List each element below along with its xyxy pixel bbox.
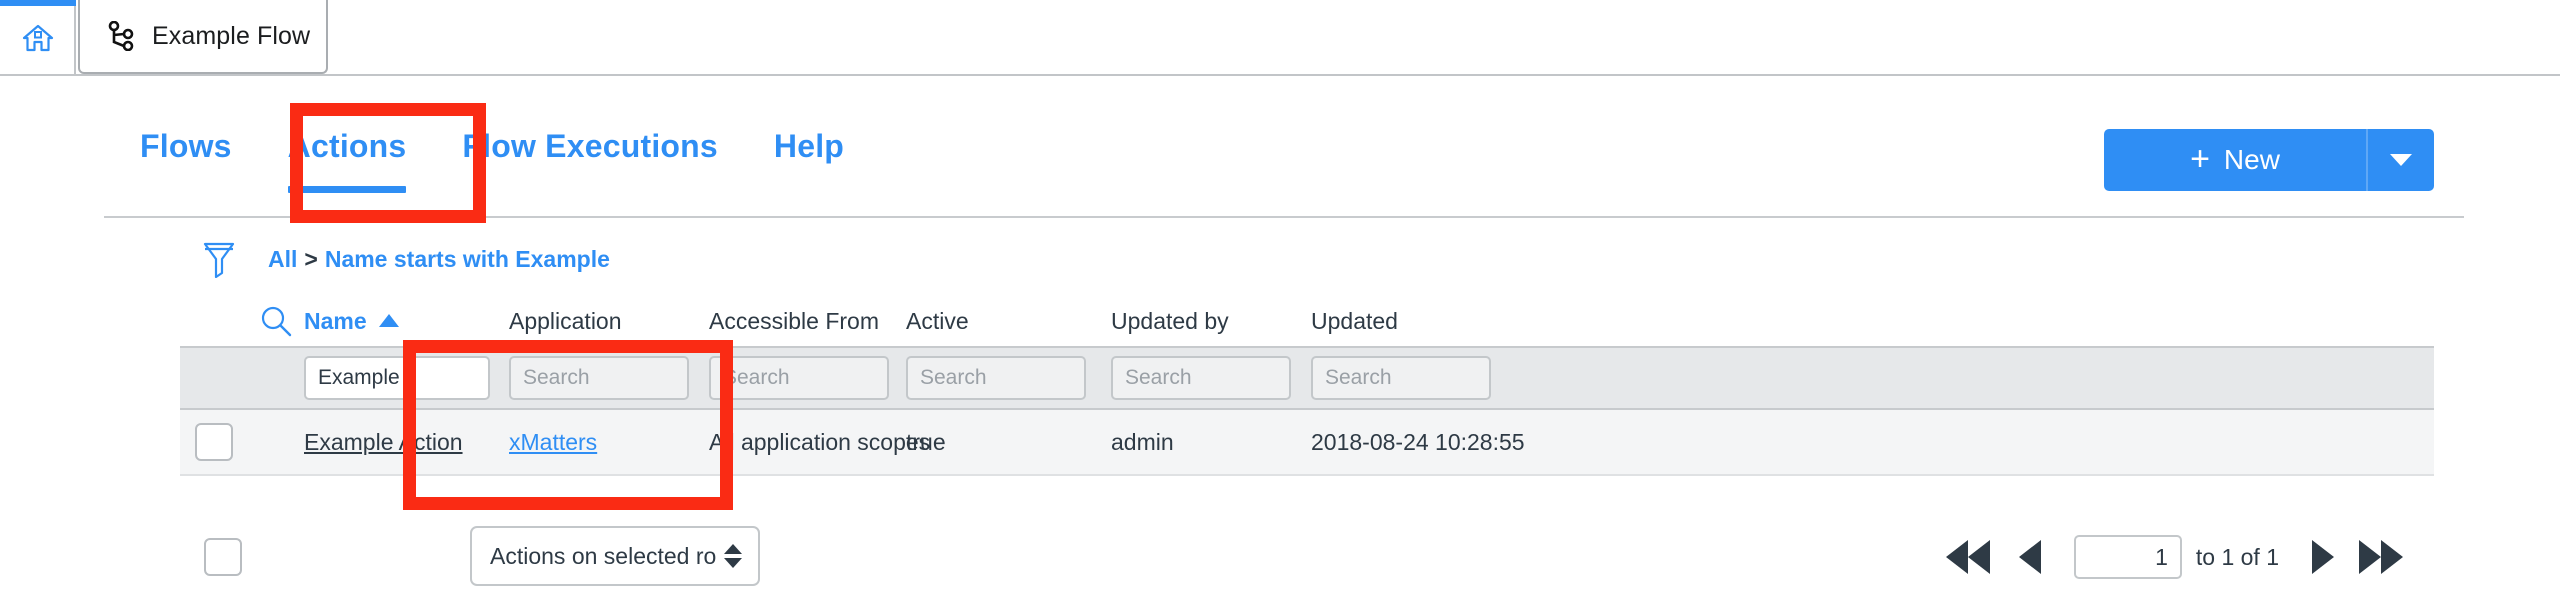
new-button[interactable]: + New [2104, 129, 2434, 191]
table-header-row: Name Application Accessible From Active … [180, 296, 2434, 346]
home-tab[interactable] [0, 0, 76, 74]
header-updated-by[interactable]: Updated by [1111, 308, 1311, 335]
filter-updated-cell [1311, 356, 1611, 400]
tab-actions[interactable]: Actions [287, 118, 407, 193]
flow-tab-label: Example Flow [152, 21, 311, 50]
flow-tab[interactable]: Example Flow [78, 0, 328, 74]
filter-application-input[interactable] [509, 356, 689, 400]
table-filter-row [180, 346, 2434, 410]
header-active-label: Active [906, 307, 969, 334]
filter-accessible-from-input[interactable] [709, 356, 889, 400]
new-button-main[interactable]: + New [2104, 129, 2366, 191]
breadcrumb-separator: > [304, 245, 318, 272]
filter-accessible-from-cell [709, 356, 906, 400]
double-right-arrow-icon-second [2381, 540, 2403, 574]
breadcrumb-item-filter[interactable]: Name starts with Example [325, 246, 610, 273]
double-right-arrow-icon [2359, 540, 2381, 574]
select-all-checkbox-wrapper [204, 538, 242, 576]
plus-icon: + [2190, 140, 2210, 178]
tab-flow-executions-label: Flow Executions [462, 128, 718, 164]
header-accessible-from-label: Accessible From [709, 307, 879, 334]
tab-flows-label: Flows [140, 128, 232, 164]
row-checkbox-cell [180, 423, 248, 461]
section-tabs: Flows Actions Flow Executions Help [140, 118, 900, 198]
double-left-arrow-icon-second [1967, 540, 1990, 574]
sort-ascending-icon [378, 313, 399, 327]
spinner-arrows-icon [724, 544, 742, 568]
filter-updated-input[interactable] [1311, 356, 1491, 400]
table-row[interactable]: Example Action xMatters All application … [180, 410, 2434, 476]
home-icon [22, 24, 54, 52]
action-name-link[interactable]: Example Action [304, 429, 463, 455]
pagination-next-button[interactable] [2312, 540, 2334, 574]
header-application[interactable]: Application [509, 308, 709, 335]
breadcrumb: All > Name starts with Example [202, 232, 610, 286]
pagination-range-label: to 1 of 1 [2195, 543, 2279, 570]
table-footer: Actions on selected rows... to 1 of 1 [180, 526, 2434, 590]
tab-strip-underline [0, 74, 2560, 76]
header-active[interactable]: Active [906, 308, 1111, 335]
tab-help-label: Help [773, 128, 845, 164]
tab-flows[interactable]: Flows [140, 118, 232, 165]
header-search-cell[interactable] [248, 304, 304, 338]
funnel-icon[interactable] [202, 240, 236, 278]
pagination: to 1 of 1 [1939, 528, 2410, 586]
bulk-actions-select[interactable]: Actions on selected rows... [470, 526, 760, 586]
cell-updated-by: admin [1111, 429, 1311, 456]
cell-name: Example Action [304, 429, 509, 456]
header-updated[interactable]: Updated [1311, 308, 1611, 335]
cell-active: true [906, 429, 1111, 456]
filter-name-cell [304, 356, 509, 400]
pagination-last-button[interactable] [2359, 540, 2403, 574]
chevron-down-icon [2390, 154, 2412, 166]
flow-branch-icon [108, 21, 134, 51]
actions-table: Name Application Accessible From Active … [180, 296, 2434, 476]
new-button-label: New [2223, 144, 2280, 175]
pagination-page-input[interactable] [2073, 535, 2182, 579]
header-application-label: Application [509, 307, 622, 334]
breadcrumb-item-all[interactable]: All [268, 246, 297, 273]
row-checkbox[interactable] [195, 423, 233, 461]
cell-updated: 2018-08-24 10:28:55 [1311, 429, 1611, 456]
home-tab-accent-bar [0, 0, 76, 6]
right-arrow-icon [2312, 540, 2334, 574]
active-value: true [906, 428, 946, 455]
filter-updated-by-cell [1111, 356, 1311, 400]
tab-flow-executions[interactable]: Flow Executions [462, 118, 717, 165]
filter-updated-by-input[interactable] [1111, 356, 1291, 400]
header-name[interactable]: Name [304, 308, 509, 335]
filter-application-cell [509, 356, 709, 400]
spinner-up-icon [724, 544, 742, 554]
browser-tab-strip: Example Flow [0, 0, 2560, 76]
cell-accessible-from: All application scopes [709, 429, 930, 456]
double-left-arrow-icon [1945, 540, 1968, 574]
tabs-divider [104, 216, 2464, 218]
pagination-first-button[interactable] [1945, 540, 1990, 574]
header-updated-by-label: Updated by [1111, 307, 1229, 334]
header-updated-label: Updated [1311, 307, 1398, 334]
spinner-down-icon [724, 558, 742, 568]
application-link[interactable]: xMatters [509, 429, 597, 455]
new-button-dropdown[interactable] [2366, 129, 2434, 191]
filter-active-cell [906, 356, 1111, 400]
select-all-checkbox[interactable] [204, 538, 242, 576]
filter-name-input[interactable] [304, 356, 490, 400]
left-arrow-icon [2018, 540, 2041, 574]
search-icon [261, 306, 292, 337]
pagination-prev-button[interactable] [2018, 540, 2041, 574]
flow-designer-actions-page: Example Flow Flows Actions Flow Executio… [0, 0, 2560, 604]
bulk-actions-label: Actions on selected rows... [490, 542, 716, 569]
updated-value: 2018-08-24 10:28:55 [1311, 428, 1525, 455]
tab-actions-label: Actions [287, 128, 407, 164]
filter-active-input[interactable] [906, 356, 1086, 400]
header-accessible-from[interactable]: Accessible From [709, 308, 906, 335]
updated-by-value: admin [1111, 428, 1174, 455]
cell-application: xMatters [509, 429, 709, 456]
tab-help[interactable]: Help [774, 118, 844, 165]
header-name-label: Name [304, 307, 367, 334]
accessible-from-value: All application scopes [709, 428, 931, 455]
